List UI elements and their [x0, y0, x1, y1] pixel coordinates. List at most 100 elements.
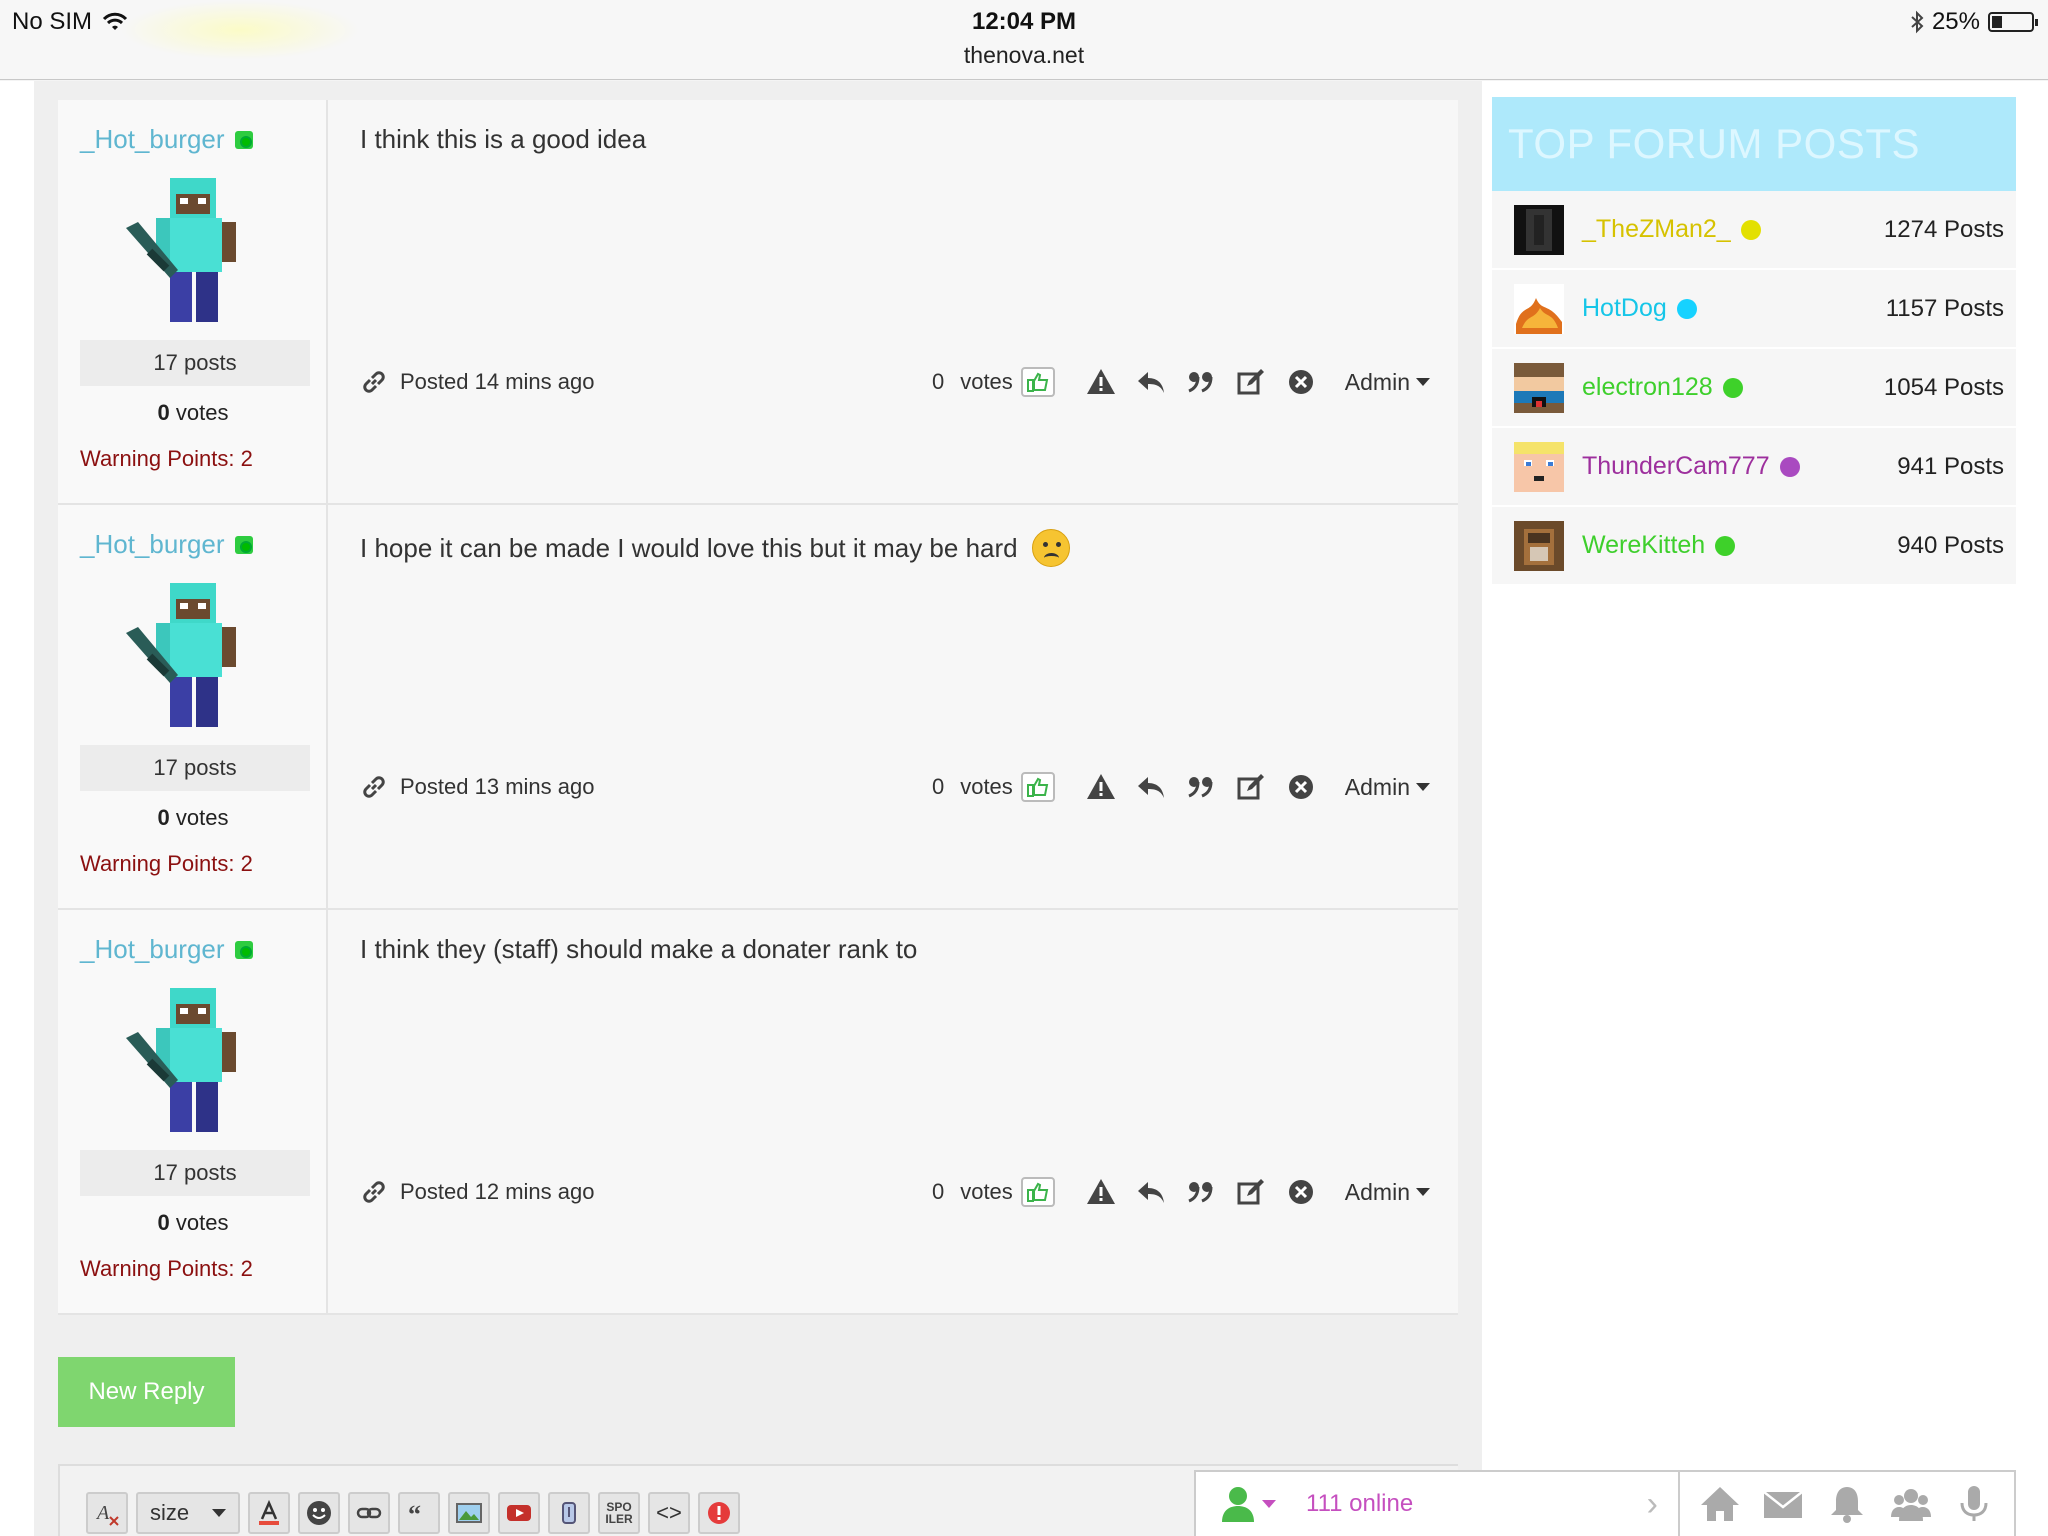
warning-points: Warning Points: 2: [80, 851, 253, 876]
admin-dropdown[interactable]: Admin: [1345, 1179, 1430, 1206]
author-votes: 0 votes: [58, 400, 328, 426]
author-name-row: _Hot_burger: [80, 124, 253, 155]
top-poster-row[interactable]: HotDog 1157 Posts: [1492, 270, 2016, 349]
edit-button[interactable]: [1235, 366, 1267, 398]
report-button[interactable]: [1085, 1176, 1117, 1208]
poster-name[interactable]: HotDog: [1582, 294, 1667, 323]
quote-icon: [1188, 777, 1213, 798]
insert-image-button[interactable]: [448, 1492, 490, 1534]
post-actions: 0 votes Admin: [932, 771, 1430, 803]
permalink-icon[interactable]: [360, 1178, 388, 1206]
insert-video-button[interactable]: [498, 1492, 540, 1534]
poster-avatar[interactable]: [1514, 283, 1564, 334]
online-users-bar[interactable]: 111 online ›: [1194, 1470, 1680, 1536]
forum-post: _Hot_burger 17 posts 0 votes Warning Poi…: [58, 910, 1458, 1315]
reply-button[interactable]: [1135, 1176, 1167, 1208]
spoiler-button[interactable]: SPO ILER: [598, 1492, 640, 1534]
delete-button[interactable]: [1285, 1176, 1317, 1208]
bluetooth-icon: [1911, 10, 1924, 34]
poster-name[interactable]: ThunderCam777: [1582, 452, 1770, 481]
author-name-row: _Hot_burger: [80, 529, 253, 560]
admin-label: Admin: [1344, 773, 1410, 800]
spoiler-line-2: ILER: [605, 1512, 633, 1526]
quote-button[interactable]: [1185, 366, 1217, 398]
report-button[interactable]: [1085, 771, 1117, 803]
permalink-icon[interactable]: [360, 368, 388, 396]
vote-count: 0: [931, 1179, 945, 1204]
new-reply-button[interactable]: New Reply: [58, 1357, 235, 1427]
poster-name-wrap: HotDog: [1582, 294, 1697, 323]
upvote-button[interactable]: [1020, 367, 1055, 397]
remove-format-button[interactable]: A: [86, 1492, 128, 1534]
author-post-count: 17 posts: [80, 745, 310, 791]
microphone-icon[interactable]: [1953, 1483, 1995, 1525]
author-name-row: _Hot_burger: [80, 934, 253, 965]
paperclip-icon: [562, 1502, 576, 1524]
poster-avatar[interactable]: [1514, 204, 1564, 255]
top-poster-row[interactable]: electron128 1054 Posts: [1492, 349, 2016, 428]
poster-avatar[interactable]: [1514, 362, 1564, 413]
upvote-button[interactable]: [1020, 1177, 1055, 1207]
top-poster-row[interactable]: _TheZMan2_ 1274 Posts: [1492, 191, 2016, 270]
link-icon: [356, 1507, 382, 1519]
author-post-count: 17 posts: [80, 1150, 310, 1196]
poster-post-count: 1054 Posts: [1883, 373, 2004, 401]
code-icon: <>: [656, 1500, 682, 1525]
author-username[interactable]: _Hot_burger: [80, 124, 225, 155]
group-icon[interactable]: [1890, 1483, 1932, 1525]
permalink-icon[interactable]: [360, 773, 388, 801]
edit-icon: [1237, 1179, 1264, 1205]
insert-code-button[interactable]: <>: [648, 1492, 690, 1534]
user-icon: [1222, 1487, 1254, 1522]
bell-icon[interactable]: [1826, 1483, 1868, 1525]
delete-button[interactable]: [1285, 366, 1317, 398]
delete-button[interactable]: [1285, 771, 1317, 803]
poster-avatar[interactable]: [1514, 441, 1564, 492]
insert-link-button[interactable]: [348, 1492, 390, 1534]
top-poster-row[interactable]: ThunderCam777 941 Posts: [1492, 428, 2016, 507]
chevron-down-icon: [1416, 783, 1430, 791]
forum-post: _Hot_burger 17 posts 0 votes Warning Poi…: [58, 505, 1458, 910]
edit-button[interactable]: [1235, 1176, 1267, 1208]
quote-button[interactable]: [1185, 771, 1217, 803]
bottom-nav: [1680, 1470, 2016, 1536]
poster-name[interactable]: _TheZMan2_: [1582, 215, 1731, 244]
quote-button[interactable]: [1185, 1176, 1217, 1208]
mail-icon[interactable]: [1762, 1483, 1804, 1525]
top-poster-row[interactable]: WereKitteh 940 Posts: [1492, 507, 2016, 586]
reply-button[interactable]: [1135, 366, 1167, 398]
emoticon-button[interactable]: [298, 1492, 340, 1534]
online-status-icon: [234, 535, 253, 554]
author-avatar[interactable]: [126, 583, 264, 731]
alert-icon: [708, 1502, 730, 1524]
chevron-down-icon: [1416, 1188, 1430, 1196]
poster-avatar[interactable]: [1514, 520, 1564, 571]
poster-name-wrap: ThunderCam777: [1582, 452, 1800, 481]
admin-label: Admin: [1344, 1178, 1410, 1205]
home-icon[interactable]: [1699, 1483, 1741, 1525]
font-size-select[interactable]: size: [136, 1492, 240, 1534]
author-username[interactable]: _Hot_burger: [80, 529, 225, 560]
report-button[interactable]: [1085, 366, 1117, 398]
attach-file-button[interactable]: [548, 1492, 590, 1534]
poster-name[interactable]: electron128: [1582, 373, 1713, 402]
poster-name-wrap: _TheZMan2_: [1582, 215, 1761, 244]
quote-icon: [1188, 372, 1213, 393]
admin-dropdown[interactable]: Admin: [1345, 774, 1430, 801]
admin-label: Admin: [1344, 368, 1410, 395]
svg-text:“: “: [408, 1500, 421, 1527]
address-url[interactable]: thenova.net: [0, 42, 2048, 69]
author-avatar[interactable]: [126, 178, 264, 326]
alert-button[interactable]: [698, 1492, 740, 1534]
admin-dropdown[interactable]: Admin: [1345, 369, 1430, 396]
status-time: 12:04 PM: [971, 8, 1077, 35]
insert-quote-button[interactable]: “: [398, 1492, 440, 1534]
upvote-button[interactable]: [1020, 772, 1055, 802]
text-color-button[interactable]: [248, 1492, 290, 1534]
post-message: I hope it can be made I would love this …: [360, 529, 1070, 567]
poster-name[interactable]: WereKitteh: [1582, 531, 1705, 560]
author-avatar[interactable]: [126, 988, 264, 1136]
reply-button[interactable]: [1135, 771, 1167, 803]
edit-button[interactable]: [1235, 771, 1267, 803]
author-username[interactable]: _Hot_burger: [80, 934, 225, 965]
